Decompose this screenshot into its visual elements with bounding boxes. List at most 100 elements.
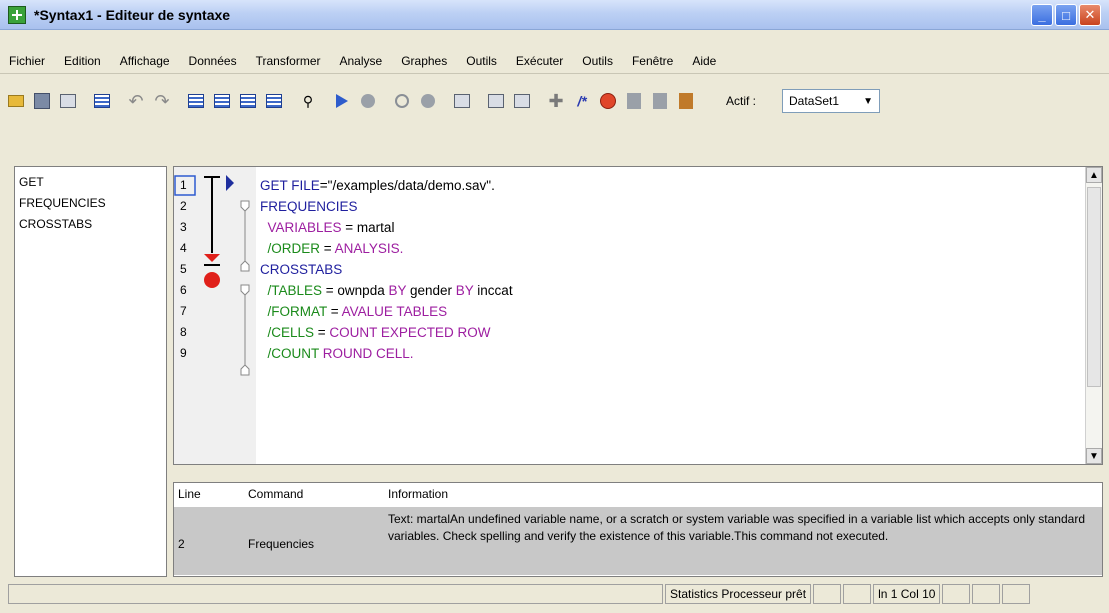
variables-icon[interactable]: [264, 91, 284, 111]
error-table: Line Command Information 2 Frequencies T…: [173, 482, 1103, 577]
code-token: /COUNT: [260, 346, 320, 361]
insert-icon[interactable]: ✚: [546, 91, 566, 111]
toggle-breakpoint-icon[interactable]: [392, 91, 412, 111]
menu-outils-2[interactable]: Outils: [573, 54, 623, 68]
scroll-thumb[interactable]: [1087, 187, 1101, 387]
use-sets-icon[interactable]: [512, 91, 532, 111]
minimize-button[interactable]: _: [1031, 4, 1053, 26]
code-token: =: [314, 325, 330, 340]
dataset-select[interactable]: DataSet1 ▼: [782, 89, 881, 113]
actif-label: Actif :: [726, 94, 757, 108]
stop-icon[interactable]: [358, 91, 378, 111]
menu-fenetre[interactable]: Fenêtre: [623, 54, 683, 68]
code-line[interactable]: CROSSTABS: [260, 259, 1080, 280]
stop-arrow-icon: [204, 254, 220, 262]
menu-edition[interactable]: Edition: [55, 54, 111, 68]
save-icon[interactable]: [32, 91, 52, 111]
open-icon[interactable]: [6, 91, 26, 111]
window-controls: _ □ ✕: [1031, 4, 1101, 26]
validate-icon[interactable]: [598, 91, 618, 111]
code-token: /CELLS: [260, 325, 315, 340]
current-line-box: [174, 175, 196, 196]
code-token: /TABLES: [260, 283, 323, 298]
header-command: Command: [248, 487, 304, 501]
code-line[interactable]: /ORDER = ANALYSIS.: [260, 238, 1080, 259]
code-token: =: [327, 304, 342, 319]
menu-graphes[interactable]: Graphes: [392, 54, 457, 68]
fold-open-icon: [240, 200, 250, 212]
code-token: FREQUENCIES: [260, 199, 358, 214]
find-icon[interactable]: ⚲: [298, 91, 318, 111]
fold-end-icon: [240, 260, 250, 272]
code-token: =: [320, 241, 335, 256]
menu-analyse[interactable]: Analyse: [331, 54, 393, 68]
nav-item-crosstabs[interactable]: CROSSTABS: [15, 214, 166, 235]
menu-aide[interactable]: Aide: [683, 54, 726, 68]
cursor-position: ln 1 Col 10: [873, 583, 941, 604]
code-line[interactable]: VARIABLES = martal: [260, 217, 1080, 238]
code-token: = martal: [341, 220, 395, 235]
output-icon[interactable]: [486, 91, 506, 111]
redo-icon[interactable]: ↷: [152, 91, 172, 111]
table-row[interactable]: 2 Frequencies Text: martalAn undefined v…: [174, 507, 1102, 575]
code-line[interactable]: GET FILE="/examples/data/demo.sav".: [260, 175, 1080, 196]
bookmark-next-icon[interactable]: [676, 91, 696, 111]
code-token: CROSSTABS: [260, 262, 343, 277]
toolbar: ↶ ↷ ⚲ ✚ /* Actif : DataSet1 ▼: [0, 84, 1109, 118]
navigation-pane: GET FREQUENCIES CROSSTABS: [14, 166, 167, 577]
data-grid-icon[interactable]: [186, 91, 206, 111]
dataset-value: DataSet1: [789, 94, 840, 108]
goto-variable-icon[interactable]: [238, 91, 258, 111]
nav-item-frequencies[interactable]: FREQUENCIES: [15, 193, 166, 214]
comment-icon[interactable]: /*: [572, 91, 592, 111]
vertical-scrollbar[interactable]: ▲ ▼: [1085, 167, 1102, 464]
status-message: [8, 583, 663, 604]
print-icon[interactable]: [58, 91, 78, 111]
status-slot: [942, 583, 971, 604]
code-area[interactable]: GET FILE="/examples/data/demo.sav". FREQU…: [260, 175, 1080, 364]
code-line[interactable]: /TABLES = ownpda BY gender BY inccat: [260, 280, 1080, 301]
processor-status: Statistics Processeur prêt: [665, 583, 812, 604]
gutter-markers: [174, 175, 250, 376]
clear-breakpoints-icon[interactable]: [418, 91, 438, 111]
menu-fichier[interactable]: Fichier: [0, 54, 55, 68]
close-button[interactable]: ✕: [1079, 4, 1101, 26]
bookmark-icon[interactable]: [624, 91, 644, 111]
menu-donnees[interactable]: Données: [180, 54, 247, 68]
goto-case-icon[interactable]: [212, 91, 232, 111]
title-bar: *Syntax1 - Editeur de syntaxe _ □ ✕: [0, 0, 1109, 30]
run-icon[interactable]: [332, 91, 352, 111]
scroll-up-icon[interactable]: ▲: [1086, 167, 1102, 183]
code-token: ROUND CELL.: [322, 346, 414, 361]
undo-icon[interactable]: ↶: [126, 91, 146, 111]
line-gutter[interactable]: 1 2 3 4 5 6 7 8 9: [174, 167, 256, 464]
code-token: BY: [388, 283, 407, 298]
syntax-editor[interactable]: 1 2 3 4 5 6 7 8 9 GET FILE="/examples/da…: [173, 166, 1103, 465]
code-line[interactable]: FREQUENCIES: [260, 196, 1080, 217]
code-token: gender: [406, 283, 456, 298]
breakpoint-icon: [204, 272, 220, 288]
code-token: VARIABLES: [260, 220, 342, 235]
menu-bar: Fichier Edition Affichage Données Transf…: [0, 48, 1109, 74]
code-token: COUNT EXPECTED ROW: [329, 325, 491, 340]
code-line[interactable]: /FORMAT = AVALUE TABLES: [260, 301, 1080, 322]
status-slot: [1002, 583, 1031, 604]
bookmark-prev-icon[interactable]: [650, 91, 670, 111]
dialog-recall-icon[interactable]: [92, 91, 112, 111]
code-token: ="/examples/data/demo.sav".: [319, 178, 495, 193]
code-token: AVALUE TABLES: [341, 304, 448, 319]
scroll-down-icon[interactable]: ▼: [1086, 448, 1102, 464]
menu-outils[interactable]: Outils: [457, 54, 507, 68]
menu-affichage[interactable]: Affichage: [111, 54, 180, 68]
menu-transformer[interactable]: Transformer: [247, 54, 331, 68]
code-line[interactable]: /COUNT ROUND CELL.: [260, 343, 1080, 364]
menu-executer[interactable]: Exécuter: [507, 54, 573, 68]
syntax-help-icon[interactable]: [452, 91, 472, 111]
nav-item-get[interactable]: GET: [15, 172, 166, 193]
header-line: Line: [178, 487, 201, 501]
code-line[interactable]: /CELLS = COUNT EXPECTED ROW: [260, 322, 1080, 343]
status-slot: [843, 583, 872, 604]
error-command: Frequencies: [248, 537, 315, 551]
error-line: 2: [178, 537, 185, 551]
maximize-button[interactable]: □: [1055, 4, 1077, 26]
